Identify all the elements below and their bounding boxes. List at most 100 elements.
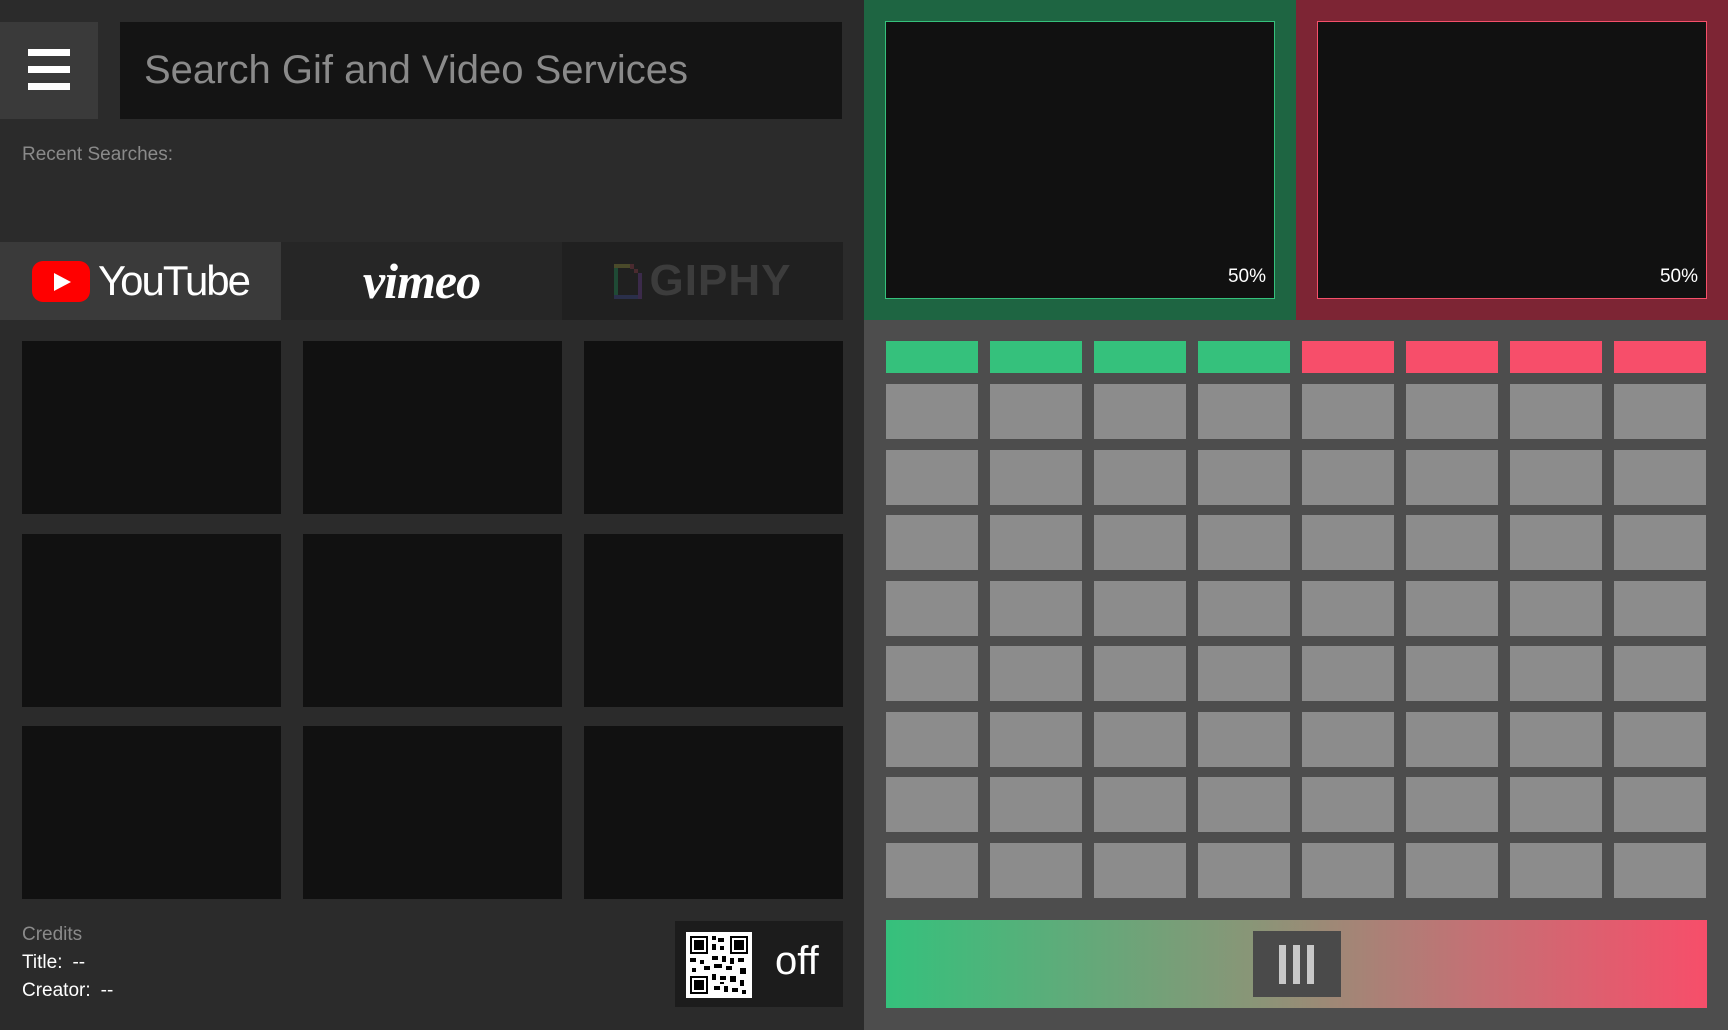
pad[interactable] [1302,449,1394,505]
pad[interactable] [1510,384,1602,439]
pad[interactable] [1406,449,1498,505]
pad[interactable] [886,515,978,570]
credits-heading: Credits [22,924,83,945]
pad[interactable] [990,515,1082,570]
result-thumbnail[interactable] [22,726,281,899]
deck-a-preview[interactable]: 50% [885,21,1275,299]
pad[interactable] [1198,777,1290,832]
pad[interactable] [1302,711,1394,767]
pad[interactable] [990,580,1082,636]
pad[interactable] [1614,449,1706,505]
pad[interactable] [1406,711,1498,767]
pad[interactable] [1198,580,1290,636]
pad[interactable] [1094,646,1186,701]
pad[interactable] [1198,384,1290,439]
result-thumbnail[interactable] [584,534,843,707]
result-thumbnail[interactable] [303,726,562,899]
pad-column-header[interactable] [1198,341,1290,373]
pad[interactable] [1510,515,1602,570]
result-thumbnail[interactable] [303,341,562,514]
mixer-panel: 50% 50% [864,0,1728,1030]
pad[interactable] [1510,777,1602,832]
pad[interactable] [1614,777,1706,832]
pad[interactable] [886,711,978,767]
pad[interactable] [1094,449,1186,505]
pad[interactable] [990,384,1082,439]
crossfader[interactable] [886,920,1707,1008]
pad[interactable] [886,449,978,505]
pad[interactable] [1302,842,1394,898]
pad[interactable] [1406,777,1498,832]
pad[interactable] [1302,515,1394,570]
pad[interactable] [886,580,978,636]
pad[interactable] [1198,449,1290,505]
credits-creator-value: -- [100,980,114,1001]
pad[interactable] [1094,842,1186,898]
pad[interactable] [1510,646,1602,701]
tab-vimeo[interactable]: vimeo [281,242,562,320]
deck-a: 50% [864,0,1296,320]
pad[interactable] [990,711,1082,767]
result-thumbnail[interactable] [584,341,843,514]
pad[interactable] [1614,580,1706,636]
deck-a-volume: 50% [1227,266,1266,287]
pad[interactable] [1302,384,1394,439]
pad[interactable] [886,646,978,701]
crossfader-handle[interactable] [1253,931,1341,997]
result-thumbnail[interactable] [22,341,281,514]
result-thumbnail[interactable] [303,534,562,707]
pad[interactable] [1614,384,1706,439]
pad[interactable] [1614,842,1706,898]
pad[interactable] [1406,580,1498,636]
pad[interactable] [1406,842,1498,898]
pad-column-header[interactable] [886,341,978,373]
pad[interactable] [1198,842,1290,898]
pad[interactable] [1510,449,1602,505]
pad[interactable] [886,842,978,898]
credits-creator-label: Creator: [22,980,91,1001]
pad[interactable] [1406,646,1498,701]
pad[interactable] [1510,842,1602,898]
pad[interactable] [1302,777,1394,832]
youtube-logo: YouTube [31,257,251,305]
pad[interactable] [1094,515,1186,570]
result-thumbnail[interactable] [584,726,843,899]
tab-giphy[interactable]: GIPHY [562,242,843,320]
pad[interactable] [1406,384,1498,439]
pad-column-header[interactable] [1094,341,1186,373]
pad[interactable] [1094,711,1186,767]
pad[interactable] [1094,384,1186,439]
pad[interactable] [1094,580,1186,636]
pad-column-header[interactable] [1510,341,1602,373]
pad[interactable] [990,449,1082,505]
pad[interactable] [1302,580,1394,636]
pad-column-header[interactable] [1406,341,1498,373]
pad[interactable] [990,646,1082,701]
pad-column-header[interactable] [1302,341,1394,373]
result-thumbnail[interactable] [22,534,281,707]
pad[interactable] [886,384,978,439]
menu-button[interactable] [0,22,98,119]
pad[interactable] [1614,711,1706,767]
tab-youtube[interactable]: YouTube [0,242,281,320]
pad[interactable] [1510,711,1602,767]
search-input[interactable] [120,22,842,119]
pad[interactable] [886,777,978,832]
pad[interactable] [1094,777,1186,832]
recent-searches-label: Recent Searches: [22,144,174,165]
pad[interactable] [1302,646,1394,701]
pad[interactable] [1198,711,1290,767]
deck-b-preview[interactable]: 50% [1317,21,1707,299]
pad-column-header[interactable] [1614,341,1706,373]
pad[interactable] [990,842,1082,898]
pad[interactable] [1406,515,1498,570]
pad[interactable] [1198,646,1290,701]
qr-toggle-button[interactable]: off [675,921,843,1007]
pad-column-header[interactable] [990,341,1082,373]
pad[interactable] [1614,646,1706,701]
pad[interactable] [1198,515,1290,570]
pad[interactable] [1510,580,1602,636]
service-tabs: YouTube vimeo GIPHY [0,242,843,320]
pad[interactable] [990,777,1082,832]
pad[interactable] [1614,515,1706,570]
